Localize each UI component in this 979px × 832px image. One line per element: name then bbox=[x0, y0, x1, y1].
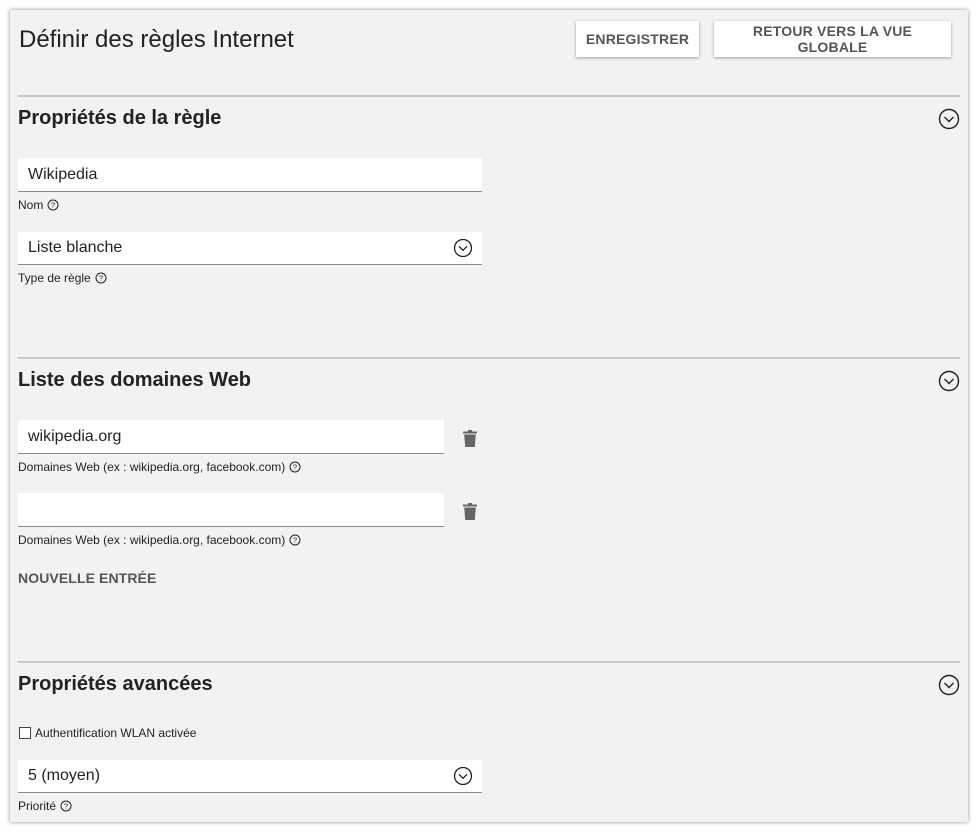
chevron-down-icon[interactable] bbox=[453, 766, 473, 786]
trash-icon[interactable] bbox=[463, 430, 477, 447]
domain-input[interactable] bbox=[28, 427, 444, 446]
wlan-auth-label: Authentification WLAN activée bbox=[35, 726, 197, 740]
domain-help-2: Domaines Web (ex : wikipedia.org, facebo… bbox=[18, 533, 301, 547]
rule-type-select[interactable]: Liste blanche bbox=[18, 232, 482, 265]
rule-name-label: Nom bbox=[18, 198, 44, 212]
rule-editor-panel: Définir des règles Internet ENREGISTRER … bbox=[10, 10, 968, 822]
section-header[interactable]: Liste des domaines Web bbox=[18, 359, 960, 392]
chevron-circle-icon[interactable] bbox=[938, 674, 960, 696]
svg-text:?: ? bbox=[293, 536, 297, 545]
rule-type-help: Type de règle ? bbox=[18, 271, 107, 285]
help-icon[interactable]: ? bbox=[289, 534, 301, 546]
add-entry-button[interactable]: NOUVELLE ENTRÉE bbox=[18, 570, 156, 586]
domain-label: Domaines Web (ex : wikipedia.org, facebo… bbox=[18, 460, 286, 474]
svg-text:?: ? bbox=[293, 463, 297, 472]
wlan-auth-checkbox[interactable] bbox=[19, 727, 31, 739]
rule-name-input[interactable] bbox=[28, 165, 482, 184]
help-icon[interactable]: ? bbox=[289, 461, 301, 473]
svg-text:?: ? bbox=[51, 201, 55, 210]
rule-type-value: Liste blanche bbox=[28, 239, 123, 256]
domains-section: Liste des domaines Web bbox=[18, 357, 960, 392]
priority-value: 5 (moyen) bbox=[28, 767, 101, 784]
priority-label: Priorité bbox=[18, 799, 57, 813]
wlan-auth-row[interactable]: Authentification WLAN activée bbox=[19, 726, 196, 740]
domain-input[interactable] bbox=[28, 500, 444, 519]
domain-field-1[interactable] bbox=[18, 420, 444, 454]
rule-properties-section: Propriétés de la règle bbox=[18, 95, 960, 130]
save-button[interactable]: ENREGISTRER bbox=[576, 21, 699, 57]
domain-help-1: Domaines Web (ex : wikipedia.org, facebo… bbox=[18, 460, 301, 474]
chevron-circle-icon[interactable] bbox=[938, 108, 960, 130]
page-title: Définir des règles Internet bbox=[19, 26, 294, 53]
section-title: Propriétés de la règle bbox=[18, 107, 222, 129]
trash-icon[interactable] bbox=[463, 503, 477, 520]
rule-name-field[interactable] bbox=[18, 158, 482, 192]
back-to-overview-button[interactable]: RETOUR VERS LA VUE GLOBALE bbox=[714, 21, 951, 57]
svg-text:?: ? bbox=[99, 274, 103, 283]
rule-type-label: Type de règle bbox=[18, 271, 91, 285]
advanced-section: Propriétés avancées bbox=[18, 661, 960, 696]
help-icon[interactable]: ? bbox=[47, 199, 59, 211]
domain-label: Domaines Web (ex : wikipedia.org, facebo… bbox=[18, 533, 286, 547]
chevron-down-icon[interactable] bbox=[453, 238, 473, 258]
chevron-circle-icon[interactable] bbox=[938, 370, 960, 392]
section-header[interactable]: Propriétés avancées bbox=[18, 663, 960, 696]
priority-help: Priorité ? bbox=[18, 799, 72, 813]
section-title: Liste des domaines Web bbox=[18, 369, 252, 391]
svg-text:?: ? bbox=[64, 802, 68, 811]
help-icon[interactable]: ? bbox=[95, 272, 107, 284]
rule-name-help: Nom ? bbox=[18, 198, 59, 212]
priority-select[interactable]: 5 (moyen) bbox=[18, 760, 482, 793]
help-icon[interactable]: ? bbox=[60, 800, 72, 812]
section-header[interactable]: Propriétés de la règle bbox=[18, 97, 960, 130]
domain-field-2[interactable] bbox=[18, 493, 444, 527]
section-title: Propriétés avancées bbox=[18, 673, 213, 695]
